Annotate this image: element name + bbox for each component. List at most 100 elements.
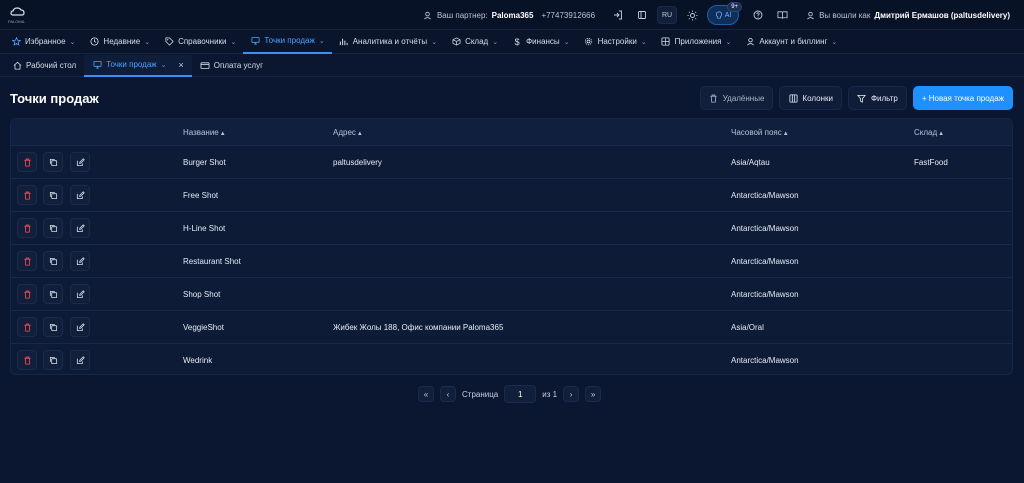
pagination: « ‹ Страница из 1 › » <box>418 385 602 403</box>
chevron-down-icon: ⌄ <box>431 38 438 46</box>
nav-settings[interactable]: Настройки ⌄ <box>577 30 654 54</box>
next-page-button[interactable]: › <box>563 386 580 402</box>
delete-button[interactable] <box>17 317 37 337</box>
cell-name[interactable]: Wedrink <box>183 356 212 365</box>
cell-warehouse: FastFood <box>914 158 948 167</box>
first-page-button[interactable]: « <box>418 386 434 402</box>
layout-toggle-button[interactable] <box>633 6 651 24</box>
column-header-address[interactable]: Адрес▲ <box>333 128 363 137</box>
prev-page-button[interactable]: ‹ <box>440 386 456 402</box>
filter-icon <box>857 93 867 103</box>
ai-label: AI <box>724 11 732 19</box>
nav-finance[interactable]: $ Финансы ⌄ <box>505 30 576 54</box>
trash-icon <box>23 224 32 233</box>
copy-button[interactable] <box>43 185 63 205</box>
sun-icon <box>687 9 698 21</box>
chevron-down-icon[interactable]: ⌄ <box>161 61 167 69</box>
nav-label: Справочники <box>178 37 227 46</box>
table-row[interactable]: Shop Shot Antarctica/Mawson <box>11 278 1012 311</box>
tab-points-of-sale[interactable]: Точки продаж ⌄ × <box>84 54 192 77</box>
paloma-logo[interactable]: PALOMA <box>8 4 28 26</box>
tab-label: Точки продаж <box>106 60 157 69</box>
edit-icon <box>76 223 85 233</box>
logout-button[interactable] <box>609 6 627 24</box>
sort-up-icon: ▲ <box>356 131 363 137</box>
edit-icon <box>76 322 85 332</box>
docs-button[interactable] <box>773 6 791 24</box>
edit-button[interactable] <box>70 251 90 271</box>
tab-payment[interactable]: Оплата услуг <box>192 55 271 77</box>
ai-assistant-button[interactable]: AI 9+ <box>707 2 743 25</box>
cell-name[interactable]: Shop Shot <box>183 290 220 299</box>
chevron-down-icon: ⌄ <box>725 38 732 46</box>
page-number-input[interactable] <box>504 385 537 403</box>
cell-name[interactable]: Burger Shot <box>183 158 226 167</box>
sort-up-icon: ▲ <box>782 131 789 137</box>
close-tab-icon[interactable]: × <box>179 60 184 70</box>
nav-apps[interactable]: Приложения ⌄ <box>654 30 739 54</box>
copy-button[interactable] <box>43 218 63 238</box>
partner-name: Paloma365 <box>491 10 534 20</box>
delete-button[interactable] <box>17 152 37 172</box>
cell-name[interactable]: VeggieShot <box>183 323 224 332</box>
column-header-timezone[interactable]: Часовой пояс▲ <box>731 128 789 137</box>
table-row[interactable]: Burger Shot paltusdelivery Asia/Aqtau FastF… <box>11 146 1012 179</box>
star-icon <box>11 37 21 47</box>
nav-analytics[interactable]: Аналитика и отчёты ⌄ <box>332 30 444 54</box>
copy-button[interactable] <box>43 317 63 337</box>
columns-button[interactable]: Колонки <box>779 86 842 110</box>
table-row[interactable]: Restaurant Shot Antarctica/Mawson <box>11 245 1012 278</box>
nav-account-billing[interactable]: Аккаунт и биллинг ⌄ <box>738 30 844 54</box>
column-header-name[interactable]: Название▲ <box>183 128 226 137</box>
edit-button[interactable] <box>70 350 90 370</box>
filter-button[interactable]: Фильтр <box>847 86 907 110</box>
language-button[interactable]: RU <box>657 6 678 24</box>
delete-button[interactable] <box>17 218 37 238</box>
cell-name[interactable]: Restaurant Shot <box>183 257 241 266</box>
table-row[interactable]: H-Line Shot Antarctica/Mawson <box>11 212 1012 245</box>
cell-timezone: Asia/Aqtau <box>731 158 770 167</box>
cell-name[interactable]: H-Line Shot <box>183 224 225 233</box>
copy-button[interactable] <box>43 152 63 172</box>
nav-recent[interactable]: Недавние ⌄ <box>82 30 157 54</box>
copy-button[interactable] <box>43 284 63 304</box>
nav-points-of-sale[interactable]: Точки продаж ⌄ <box>243 30 332 54</box>
tab-dashboard[interactable]: Рабочий стол <box>4 55 84 77</box>
help-button[interactable] <box>749 6 767 24</box>
partner-phone: +77473912666 <box>541 10 596 20</box>
delete-button[interactable] <box>17 284 37 304</box>
cell-name[interactable]: Free Shot <box>183 191 218 200</box>
trash-icon <box>23 323 32 332</box>
table-row[interactable]: Wedrink Antarctica/Mawson <box>11 344 1012 374</box>
copy-button[interactable] <box>43 251 63 271</box>
column-header-warehouse[interactable]: Склад▲ <box>914 128 944 137</box>
table-row[interactable]: VeggieShot Жибек Жолы 188, Офис компании … <box>11 311 1012 344</box>
edit-button[interactable] <box>70 152 90 172</box>
user-info[interactable]: Вы вошли как Дмитрий Ермашов (paltusdeli… <box>805 10 1010 20</box>
edit-button[interactable] <box>70 317 90 337</box>
copy-button[interactable] <box>43 350 63 370</box>
edit-button[interactable] <box>70 284 90 304</box>
edit-button[interactable] <box>70 218 90 238</box>
delete-button[interactable] <box>17 251 37 271</box>
nav-label: Избранное <box>25 37 66 46</box>
trash-icon <box>709 93 719 103</box>
card-icon <box>200 61 210 71</box>
table-row[interactable]: Free Shot Antarctica/Mawson <box>11 179 1012 212</box>
deleted-button[interactable]: Удалённые <box>699 86 774 110</box>
nav-warehouse[interactable]: Склад ⌄ <box>444 30 505 54</box>
edit-button[interactable] <box>70 185 90 205</box>
delete-button[interactable] <box>17 350 37 370</box>
delete-button[interactable] <box>17 185 37 205</box>
box-icon <box>451 37 461 47</box>
copy-icon <box>49 290 58 299</box>
new-point-of-sale-button[interactable]: + Новая точка продаж <box>912 86 1013 110</box>
last-page-button[interactable]: » <box>585 386 602 402</box>
copy-icon <box>49 191 58 200</box>
sign-in-icon <box>614 10 623 20</box>
theme-toggle-button[interactable] <box>683 6 701 24</box>
nav-favorites[interactable]: Избранное ⌄ <box>4 30 82 54</box>
columns-label: Колонки <box>802 93 833 103</box>
nav-directories[interactable]: Справочники ⌄ <box>157 30 243 54</box>
home-icon <box>12 61 22 71</box>
